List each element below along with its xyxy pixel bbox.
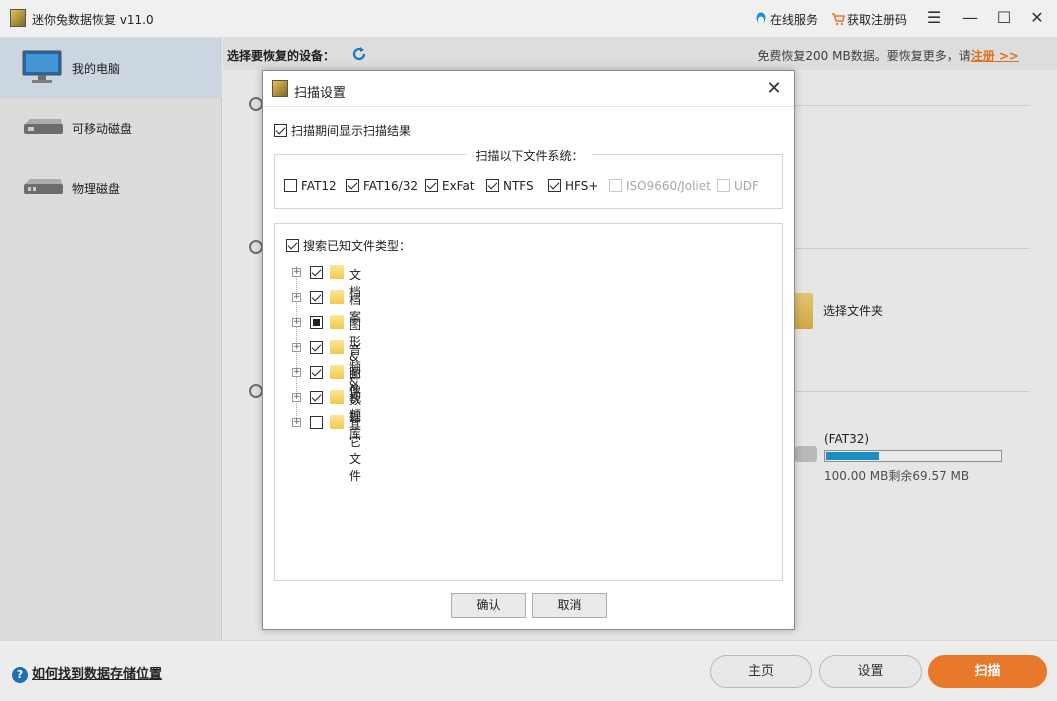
- fs-label: ISO9660/Joliet: [626, 179, 711, 193]
- fs-option[interactable]: ISO9660/Joliet: [609, 179, 711, 193]
- expand-icon[interactable]: +: [292, 418, 301, 427]
- folder-icon: [330, 265, 344, 279]
- folder-icon: [330, 415, 344, 429]
- app-logo-icon: [10, 9, 26, 27]
- help-question-icon: ?: [12, 667, 28, 683]
- settings-button[interactable]: 设置: [819, 655, 922, 688]
- known-types-option[interactable]: 搜索已知文件类型：: [286, 237, 411, 254]
- filesystem-group: 扫描以下文件系统： FAT12 FAT16/32 ExFat NTFS HFS+…: [274, 149, 783, 209]
- expand-icon[interactable]: +: [292, 318, 301, 327]
- filesystem-legend-label: 扫描以下文件系统：: [467, 149, 592, 163]
- fs-label: ExFat: [442, 179, 475, 193]
- help-link[interactable]: ? 如何找到数据存储位置: [12, 663, 162, 683]
- close-window-button[interactable]: ✕: [1027, 8, 1047, 28]
- known-types-label: 搜索已知文件类型：: [303, 239, 412, 253]
- show-results-label: 扫描期间显示扫描结果: [291, 124, 412, 138]
- qq-penguin-icon: [754, 12, 768, 26]
- app-logo-icon: [272, 80, 288, 97]
- fs-checkbox[interactable]: [346, 179, 359, 192]
- expand-icon[interactable]: +: [292, 268, 301, 277]
- tree-checkbox[interactable]: [310, 391, 323, 404]
- file-types-box: 搜索已知文件类型： + 文档 + 档案 + 图形 & 图像 + 音频 & 视频 + 邮件 …: [274, 223, 783, 581]
- tree-checkbox[interactable]: [310, 316, 323, 329]
- maximize-button[interactable]: ☐: [994, 8, 1014, 28]
- known-types-checkbox[interactable]: [286, 239, 299, 252]
- fs-label: FAT16/32: [363, 179, 418, 193]
- fs-checkbox[interactable]: [284, 179, 297, 192]
- online-service-link[interactable]: 在线服务: [754, 11, 818, 28]
- fs-checkbox[interactable]: [486, 179, 499, 192]
- fs-checkbox[interactable]: [425, 179, 438, 192]
- expand-icon[interactable]: +: [292, 343, 301, 352]
- dialog-close-button[interactable]: ✕: [764, 79, 784, 99]
- folder-icon: [330, 315, 344, 329]
- folder-icon: [330, 390, 344, 404]
- bottom-bar: ? 如何找到数据存储位置 主页 设置 扫描: [0, 640, 1057, 701]
- fs-checkbox[interactable]: [609, 179, 622, 192]
- tree-checkbox[interactable]: [310, 266, 323, 279]
- fs-option[interactable]: HFS+: [548, 179, 598, 193]
- app-title: 迷你兔数据恢复 v11.0: [32, 13, 154, 27]
- cancel-button[interactable]: 取消: [532, 593, 607, 618]
- fs-checkbox[interactable]: [548, 179, 561, 192]
- minimize-button[interactable]: —: [960, 8, 980, 28]
- scan-settings-dialog: 扫描设置 ✕ 扫描期间显示扫描结果 扫描以下文件系统： FAT12 FAT16/…: [262, 70, 795, 630]
- filesystem-legend: 扫描以下文件系统：: [275, 147, 784, 164]
- fs-label: NTFS: [503, 179, 534, 193]
- expand-icon[interactable]: +: [292, 293, 301, 302]
- fs-label: FAT12: [301, 179, 337, 193]
- get-code-label: 获取注册码: [847, 13, 908, 27]
- expand-icon[interactable]: +: [292, 368, 301, 377]
- tree-checkbox[interactable]: [310, 341, 323, 354]
- folder-icon: [330, 340, 344, 354]
- fs-option[interactable]: NTFS: [486, 179, 534, 193]
- cart-icon: [831, 12, 845, 26]
- dialog-title: 扫描设置: [294, 86, 347, 101]
- title-bar: 迷你兔数据恢复 v11.0 在线服务 获取注册码 ☰ — ☐ ✕: [0, 0, 1057, 38]
- fs-label: UDF: [734, 179, 759, 193]
- tree-checkbox[interactable]: [310, 416, 323, 429]
- tree-checkbox[interactable]: [310, 366, 323, 379]
- confirm-button[interactable]: 确认: [451, 593, 526, 618]
- home-button[interactable]: 主页: [710, 655, 812, 688]
- expand-icon[interactable]: +: [292, 393, 301, 402]
- show-results-checkbox[interactable]: [274, 124, 287, 137]
- folder-icon: [330, 290, 344, 304]
- fs-option[interactable]: FAT12: [284, 179, 337, 193]
- tree-label: 其它文件: [349, 418, 362, 483]
- fs-option[interactable]: FAT16/32: [346, 179, 418, 193]
- scan-button[interactable]: 扫描: [928, 655, 1047, 688]
- get-code-link[interactable]: 获取注册码: [831, 11, 907, 28]
- fs-label: HFS+: [565, 179, 599, 193]
- tree-checkbox[interactable]: [310, 291, 323, 304]
- fs-option[interactable]: ExFat: [425, 179, 475, 193]
- fs-checkbox[interactable]: [717, 179, 730, 192]
- dialog-title-bar: 扫描设置 ✕: [263, 71, 794, 107]
- show-results-option[interactable]: 扫描期间显示扫描结果: [274, 122, 411, 139]
- help-link-label: 如何找到数据存储位置: [32, 667, 163, 682]
- folder-icon: [330, 365, 344, 379]
- menu-button[interactable]: ☰: [924, 8, 944, 28]
- online-service-label: 在线服务: [770, 13, 819, 27]
- fs-option[interactable]: UDF: [717, 179, 759, 193]
